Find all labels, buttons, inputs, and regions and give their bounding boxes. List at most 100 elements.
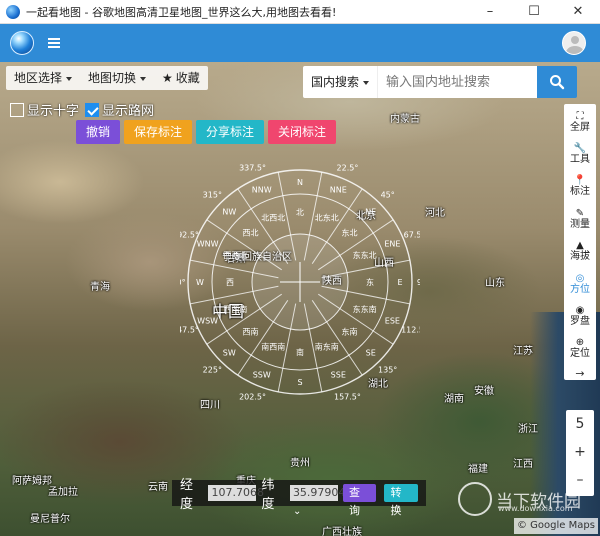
map-switch-button[interactable]: 地图切换 (80, 66, 154, 90)
compass-cn-direction-label: 南西南 (261, 342, 285, 352)
star-icon: ★ (162, 71, 173, 85)
compass-cn-direction-label: 东东南 (353, 304, 377, 314)
map-label: 孟加拉 (48, 487, 78, 498)
minimize-button[interactable]: – (468, 0, 512, 24)
compass-cn-direction-label: 东北 (341, 228, 357, 238)
map-label: 安徽 (474, 386, 494, 397)
search-input[interactable] (386, 67, 537, 97)
map-label: 山东 (485, 278, 505, 289)
compass-cn-direction-label: 西 (226, 278, 234, 287)
watermark-logo-icon (458, 482, 492, 516)
window-title: 一起看地图 - 谷歌地图高清卫星地图_世界这么大,用地图去看看! (26, 5, 337, 19)
maximize-button[interactable]: ☐ (512, 0, 556, 24)
tool-mark[interactable]: 📍 标注 (570, 171, 590, 203)
user-avatar[interactable] (562, 31, 586, 55)
compass-cn-direction-label: 东东北 (353, 250, 377, 260)
compass-cn-direction-label: 南 (296, 347, 304, 357)
bearing-icon: ◎ (575, 272, 585, 284)
watermark: 当下软件园 www.downxia.com (458, 482, 581, 516)
chevron-down-icon (140, 76, 147, 81)
compass-cn-direction-label: 北东北 (315, 212, 339, 222)
compass-degree-label: 0° (295, 162, 304, 163)
show-roads-checkbox[interactable]: 显示路网 (85, 100, 154, 119)
map-label: 浙江 (518, 424, 538, 435)
locate-icon: ⊕ (575, 337, 585, 349)
compass-direction-label: S (297, 378, 302, 387)
save-annotation-button[interactable]: 保存标注 (124, 120, 193, 144)
map-control-bar: 地区选择 地图切换 ★ 收藏 (6, 66, 208, 90)
compass-cn-direction-label: 南东南 (315, 342, 339, 352)
compass-cn-direction-label: 西西南 (223, 304, 247, 314)
query-button[interactable]: 查询 (342, 484, 377, 517)
undo-button[interactable]: 撤销 (76, 120, 121, 144)
search-box: 国内搜索 (303, 66, 537, 98)
compass-cn-direction-label: 北 (296, 208, 304, 217)
compass-degree-label: 202.5° (239, 393, 266, 402)
favorites-button[interactable]: ★ 收藏 (154, 66, 208, 90)
ruler-icon: ✎ (575, 207, 585, 219)
compass-direction-label: SE (366, 349, 376, 358)
map-label: 阿萨姆邦 (12, 476, 52, 487)
map-attribution: © Google Maps (514, 518, 598, 534)
compass-degree-label: 22.5° (337, 163, 359, 172)
compass-direction-label: W (196, 278, 204, 287)
coordinate-bar: 经度 107.7068 纬度 35.97904 查询 转换 (172, 478, 426, 517)
compass-cn-direction-label: 西南 (243, 326, 259, 336)
hamburger-menu-icon[interactable] (48, 38, 60, 48)
map-label: 福建 (468, 464, 488, 475)
longitude-value[interactable]: 107.7068 (208, 485, 264, 501)
map-label: 贵州 (290, 458, 310, 469)
compass-direction-label: WNW (197, 240, 219, 249)
compass-cn-direction-label: 东南 (341, 326, 357, 336)
tool-fullscreen[interactable]: ⛶ 全屏 (570, 106, 590, 138)
compass-direction-label: ESE (385, 316, 400, 325)
compass-direction-label: ENE (384, 240, 400, 249)
window-titlebar: 一起看地图 - 谷歌地图高清卫星地图_世界这么大,用地图去看看! – ☐ ✕ (0, 0, 600, 24)
tool-measure[interactable]: ✎ 测量 (570, 203, 590, 235)
arrow-right-icon[interactable]: → (575, 367, 584, 380)
search-type-select[interactable]: 国内搜索 (303, 66, 379, 98)
compass-direction-label: NE (365, 207, 376, 216)
search-button[interactable] (537, 66, 577, 98)
annotation-actions: 撤销 保存标注 分享标注 关闭标注 (76, 120, 340, 144)
compass-direction-label: NNE (330, 186, 347, 195)
map-label: 曼尼普尔 (30, 514, 70, 525)
zoom-in-button[interactable]: + (566, 438, 594, 466)
share-annotation-button[interactable]: 分享标注 (196, 120, 265, 144)
tool-compass[interactable]: ◉ 罗盘 (570, 300, 590, 332)
compass-degree-label: 67.5° (404, 231, 420, 240)
display-options: 显示十字 显示路网 (10, 100, 160, 119)
checkbox-checked-icon (85, 102, 100, 117)
compass-rose: N 北 0° NNE 北东北 22.5° NE 东北 45° ENE 东东北 67.5° E 东 90° ES… (180, 162, 420, 402)
close-annotation-button[interactable]: 关闭标注 (268, 120, 337, 144)
app-logo-icon[interactable] (10, 31, 34, 55)
convert-button[interactable]: 转换 (384, 484, 418, 517)
checkbox-icon (10, 102, 24, 117)
fullscreen-icon: ⛶ (576, 110, 584, 122)
map-pin-icon: 📍 (573, 175, 587, 187)
longitude-label: 经度 (180, 478, 194, 512)
show-crosshair-checkbox[interactable]: 显示十字 (10, 100, 79, 119)
search-icon (550, 75, 565, 90)
compass-cn-direction-label: 西西北 (223, 251, 247, 260)
compass-degree-label: 135° (378, 366, 397, 375)
satellite-map[interactable]: 内蒙古河北北京山西山东陕西青海中国甘肃宁夏回族自治区四川湖北安徽江苏浙江江西湖南… (0, 62, 600, 536)
tool-bearing[interactable]: ◎ 方位 (570, 268, 590, 300)
compass-cn-direction-label: 东 (366, 277, 374, 287)
region-select-button[interactable]: 地区选择 (6, 66, 80, 90)
compass-degree-label: 157.5° (334, 393, 361, 402)
compass-direction-label: NW (222, 207, 236, 216)
app-globe-icon (6, 4, 20, 19)
mountain-icon: ▲ (576, 240, 584, 252)
map-label: 江苏 (513, 346, 533, 357)
tool-elevation[interactable]: ▲ 海拔 (570, 236, 590, 268)
compass-degree-label: 112.5° (401, 325, 420, 334)
compass-direction-label: SSW (253, 370, 271, 379)
close-button[interactable]: ✕ (556, 0, 600, 24)
tool-tools[interactable]: 🔧 工具 (570, 138, 590, 170)
tool-locate[interactable]: ⊕ 定位 (570, 333, 590, 365)
chevron-down-icon[interactable]: ⌄ (293, 506, 301, 517)
map-label: 青海 (90, 282, 110, 293)
map-label: 江西 (513, 459, 533, 470)
latitude-value[interactable]: 35.97904 (289, 485, 345, 501)
